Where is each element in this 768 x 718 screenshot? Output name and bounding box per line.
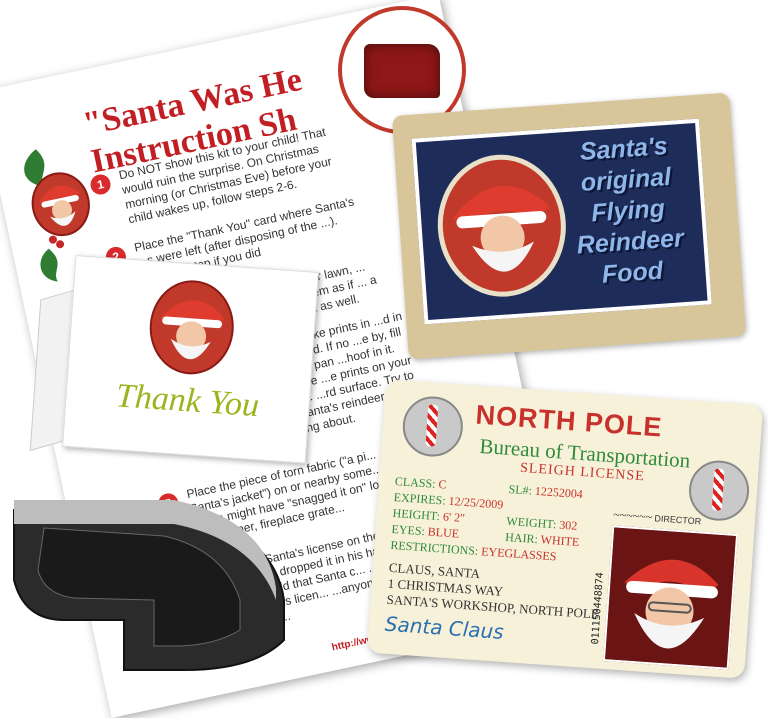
reindeer-food-label: Santa's original Flying Reindeer Food xyxy=(411,118,712,325)
license-serial: 011150448874 xyxy=(590,571,607,645)
santa-signature: Santa Claus xyxy=(384,611,505,644)
thank-you-text: Thank You xyxy=(114,377,261,425)
santa-portrait-card xyxy=(146,277,237,378)
reindeer-food-title: Santa's original Flying Reindeer Food xyxy=(575,131,685,289)
field-sl-number: SL#: 12252004 xyxy=(508,481,584,502)
torn-fabric-swatch xyxy=(364,44,440,98)
santa-photo xyxy=(602,525,739,670)
reindeer-food-package: Santa's original Flying Reindeer Food xyxy=(391,92,747,360)
boot-print-stencil xyxy=(13,500,285,671)
card-front-panel: Thank You xyxy=(62,255,319,464)
sleigh-license-card: NORTH POLE Bureau of Transportation SLEI… xyxy=(366,379,764,679)
thank-you-card: Thank You xyxy=(21,252,321,479)
north-pole-seal-icon xyxy=(400,394,465,459)
